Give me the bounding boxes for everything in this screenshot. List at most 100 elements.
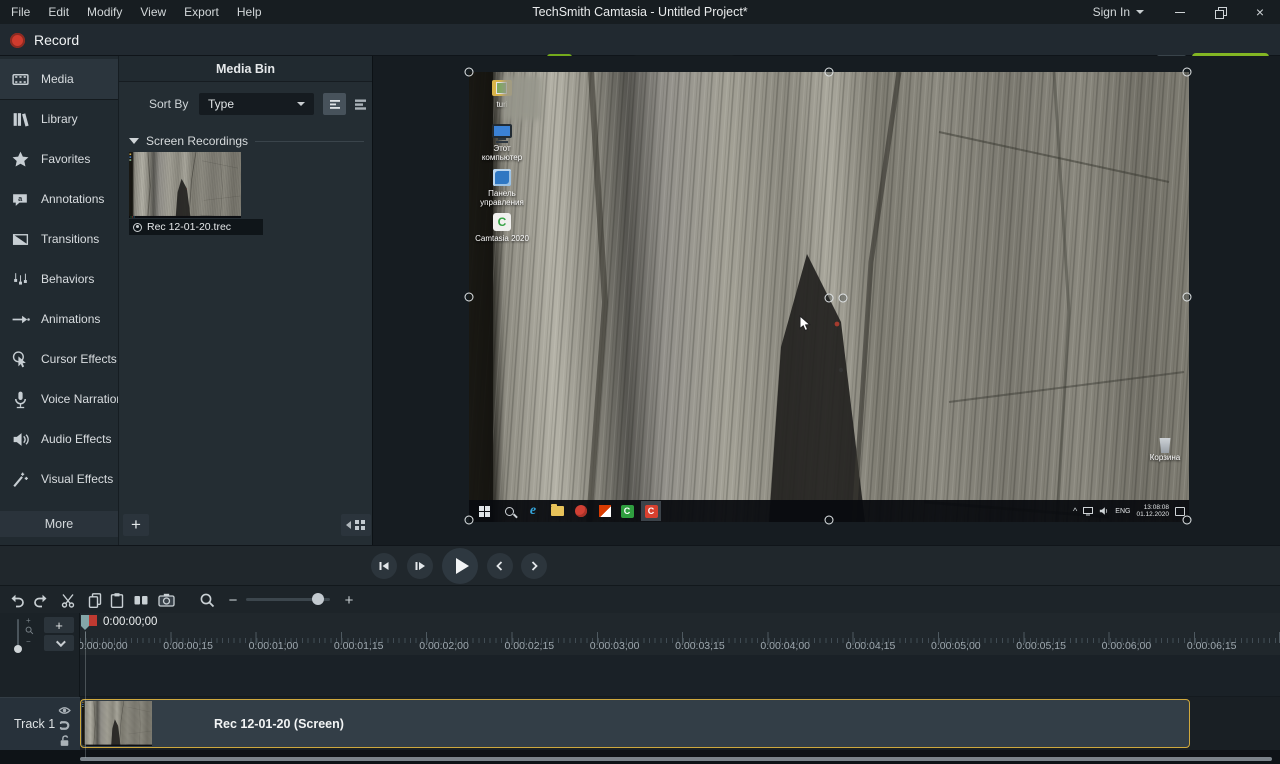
menu-export[interactable]: Export xyxy=(175,5,228,19)
track-visibility-eye-icon[interactable] xyxy=(58,704,71,717)
sidebar-item-annotations[interactable]: aAnnotations xyxy=(0,179,118,219)
sidebar-item-label: Transitions xyxy=(41,232,99,246)
cut-button[interactable] xyxy=(57,589,79,611)
menu-file[interactable]: File xyxy=(2,5,39,19)
play-icon xyxy=(456,558,469,574)
sidebar-more-button[interactable]: More xyxy=(0,511,118,537)
sort-by-dropdown[interactable]: Type xyxy=(199,93,314,115)
selection-handle[interactable] xyxy=(1183,516,1192,525)
sidebar-item-voice-narration[interactable]: Voice Narration xyxy=(0,379,118,419)
redo-button[interactable] xyxy=(30,589,52,611)
ruler-label: 0:00:01;00 xyxy=(249,640,299,652)
camtasia-desktop-icon: CCamtasia 2020 xyxy=(474,212,530,243)
canvas-area: turiЭтот компьютерПанель управленияCCamt… xyxy=(372,56,1280,545)
step-forward-icon xyxy=(413,559,427,573)
record-icon xyxy=(10,33,25,48)
magnifier-icon xyxy=(198,591,216,609)
panel-view-toggle[interactable] xyxy=(341,514,371,536)
tray-clock: 13:08:08 01.12.2020 xyxy=(1136,504,1169,518)
triangle-left-icon xyxy=(346,521,351,529)
record-button[interactable]: Record xyxy=(10,28,79,52)
voice-narration-icon xyxy=(11,390,30,409)
paste-button[interactable] xyxy=(106,589,128,611)
ccleaner-icon xyxy=(574,504,588,518)
step-back-button[interactable] xyxy=(371,553,397,579)
tray-expand-icon: ^ xyxy=(1073,506,1077,516)
sidebar-item-cursor-effects[interactable]: Cursor Effects xyxy=(0,339,118,379)
control-panel-icon: Панель управления xyxy=(474,167,530,207)
screen-recordings-section-header[interactable]: Screen Recordings xyxy=(129,132,364,150)
ruler-label: 0:00:01;15 xyxy=(334,640,384,652)
track-magnet-icon[interactable] xyxy=(58,719,71,732)
minimize-button[interactable] xyxy=(1160,0,1200,24)
selection-handle[interactable] xyxy=(465,68,474,77)
restore-button[interactable] xyxy=(1200,0,1240,24)
animations-icon xyxy=(11,310,30,329)
step-forward-button[interactable] xyxy=(407,553,433,579)
chevron-down-icon xyxy=(55,637,65,647)
sidebar-item-audio-effects[interactable]: Audio Effects xyxy=(0,419,118,459)
timeline-empty-area[interactable] xyxy=(80,655,1280,697)
selection-handle[interactable] xyxy=(465,293,474,302)
sign-in-button[interactable]: Sign In xyxy=(1093,5,1144,19)
timeline-clip[interactable]: Rec 12-01-20 (Screen) xyxy=(80,699,1190,748)
media-item-rec[interactable]: Rec 12-01-20.trec xyxy=(129,152,263,235)
ruler-label: 0:00:02;00 xyxy=(419,640,469,652)
next-clip-button[interactable] xyxy=(521,553,547,579)
media-item-thumbnail xyxy=(129,152,241,218)
track-height-minus-icon[interactable]: − xyxy=(26,637,31,646)
minimize-icon xyxy=(1175,12,1185,13)
camtasia-icon: C xyxy=(620,504,634,518)
playhead-marker[interactable] xyxy=(80,614,98,631)
track-height-plus-icon[interactable]: + xyxy=(26,616,31,625)
zoom-out-button[interactable]: − xyxy=(222,589,244,611)
track-height-slider-knob[interactable] xyxy=(14,645,22,653)
selection-handle[interactable] xyxy=(825,68,834,77)
sidebar-item-visual-effects[interactable]: Visual Effects xyxy=(0,459,118,499)
track-lock-icon[interactable] xyxy=(58,734,71,747)
undo-button[interactable] xyxy=(6,589,28,611)
add-track-button[interactable]: + xyxy=(44,617,74,633)
selection-handle[interactable] xyxy=(1183,68,1192,77)
timeline-ruler[interactable]: 0:00:00;00 0:00:00;000:00:00;150:00:01;0… xyxy=(80,613,1280,655)
menu-modify[interactable]: Modify xyxy=(78,5,131,19)
sidebar-item-library[interactable]: Library xyxy=(0,99,118,139)
close-button[interactable]: × xyxy=(1240,0,1280,24)
timeline: + − + 0:00:00;00 0:00:00;000:00:00;150:0… xyxy=(0,613,1280,764)
sidebar-item-transitions[interactable]: Transitions xyxy=(0,219,118,259)
center-handle[interactable] xyxy=(825,294,834,303)
timeline-zoom-button[interactable] xyxy=(196,589,218,611)
menu-help[interactable]: Help xyxy=(228,5,271,19)
ruler-label: 0:00:05;15 xyxy=(1016,640,1066,652)
playhead-left-handle xyxy=(81,615,89,630)
menu-view[interactable]: View xyxy=(131,5,175,19)
add-media-button[interactable]: + xyxy=(123,514,149,536)
previous-clip-button[interactable] xyxy=(487,553,513,579)
list-view-icon xyxy=(328,97,342,111)
blurred-region xyxy=(503,76,541,120)
detail-view-toggle[interactable] xyxy=(348,93,371,115)
list-view-toggle[interactable] xyxy=(323,93,346,115)
sidebar-item-behaviors[interactable]: Behaviors xyxy=(0,259,118,299)
sidebar-item-favorites[interactable]: Favorites xyxy=(0,139,118,179)
selection-handle[interactable] xyxy=(825,516,834,525)
split-button[interactable] xyxy=(130,589,152,611)
copy-button[interactable] xyxy=(84,589,106,611)
sidebar-item-media[interactable]: Media xyxy=(0,59,118,99)
horizontal-scrollbar[interactable] xyxy=(80,757,1272,761)
track-options-button[interactable] xyxy=(44,635,74,651)
chevron-right-icon xyxy=(527,559,541,573)
timeline-zoom-slider-knob[interactable] xyxy=(312,593,324,605)
sidebar-item-animations[interactable]: Animations xyxy=(0,299,118,339)
recording-icon xyxy=(133,223,142,232)
zoom-in-button[interactable]: + xyxy=(338,589,360,611)
ruler-label: 0:00:05;00 xyxy=(931,640,981,652)
center-handle[interactable] xyxy=(839,294,848,303)
selection-handle[interactable] xyxy=(465,516,474,525)
video-preview[interactable]: turiЭтот компьютерПанель управленияCCamt… xyxy=(469,72,1189,522)
capture-frame-button[interactable] xyxy=(155,589,177,611)
menu-edit[interactable]: Edit xyxy=(39,5,78,19)
ruler-label: 0:00:00;15 xyxy=(163,640,213,652)
play-button[interactable] xyxy=(442,548,478,584)
selection-handle[interactable] xyxy=(1183,293,1192,302)
